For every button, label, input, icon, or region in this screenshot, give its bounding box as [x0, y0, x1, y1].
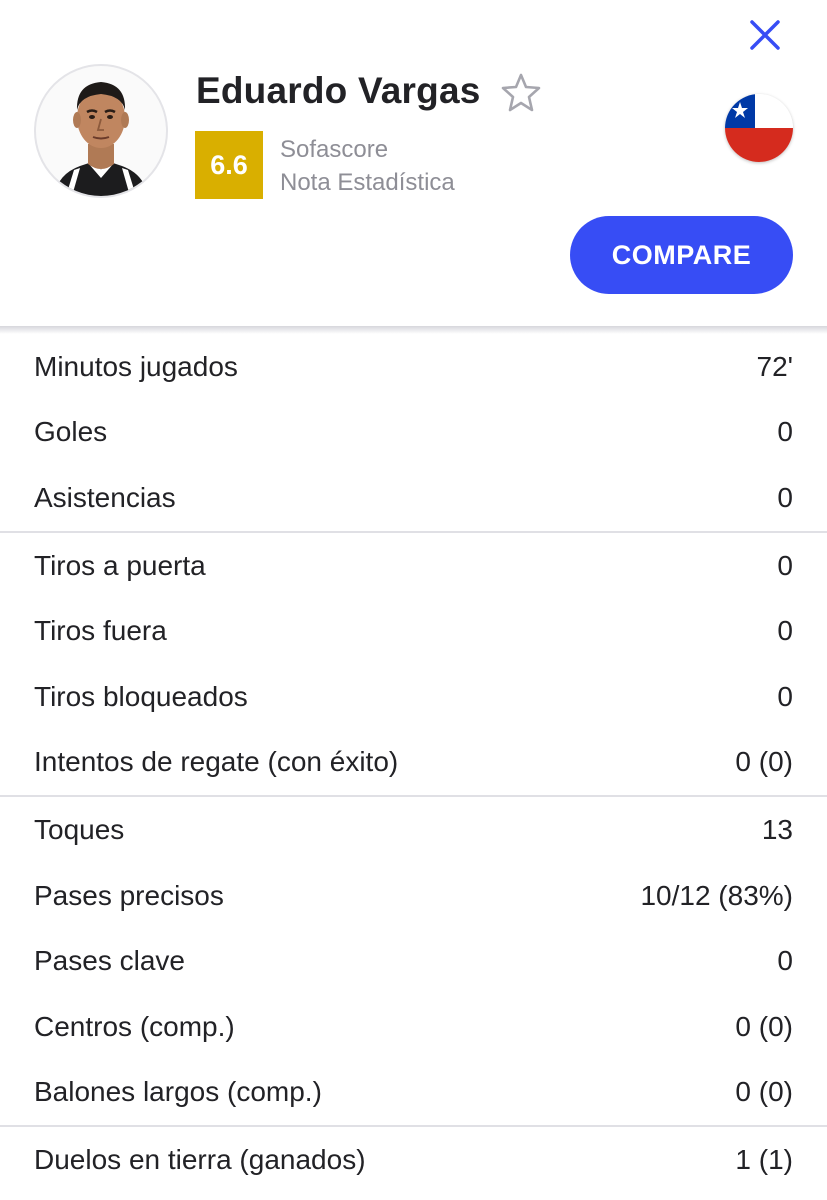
stat-label: Toques [34, 813, 125, 845]
stat-value: 0 [777, 416, 793, 448]
stat-label: Duelos en tierra (ganados) [34, 1143, 366, 1175]
stat-row-minutos-jugados: Minutos jugados 72' [0, 334, 827, 400]
stat-row-intentos-de-regate: Intentos de regate (con éxito) 0 (0) [0, 730, 827, 796]
stat-value: 13 [761, 813, 793, 845]
stat-row-tiros-bloqueados: Tiros bloqueados 0 [0, 664, 827, 730]
stat-label: Tiros a puerta [34, 549, 206, 581]
stat-row-centros: Centros (comp.) 0 (0) [0, 994, 827, 1060]
player-name: Eduardo Vargas [196, 70, 481, 111]
stat-label: Pases clave [34, 945, 185, 977]
stat-label: Goles [34, 416, 108, 448]
stat-value: 10/12 (83%) [640, 879, 793, 911]
stat-value: 0 (0) [735, 1076, 793, 1108]
stat-label: Intentos de regate (con éxito) [34, 746, 399, 778]
player-header: Eduardo Vargas 6.6 Sofascore Nota Estadí… [0, 0, 827, 328]
header-divider [0, 326, 827, 334]
compare-button[interactable]: COMPARE [570, 216, 793, 294]
stat-value: 0 (0) [735, 1010, 793, 1042]
stat-label: Centros (comp.) [34, 1010, 235, 1042]
player-avatar [34, 64, 168, 198]
stat-value: 0 [777, 615, 793, 647]
stat-row-pases-precisos: Pases precisos 10/12 (83%) [0, 863, 827, 929]
star-outline-icon [501, 73, 541, 112]
stat-value: 0 (0) [735, 746, 793, 778]
stat-label: Balones largos (comp.) [34, 1076, 322, 1108]
stat-value: 0 [777, 945, 793, 977]
stat-row-pases-clave: Pases clave 0 [0, 928, 827, 994]
chile-flag-icon [725, 94, 793, 162]
stat-row-duelos-en-tierra: Duelos en tierra (ganados) 1 (1) [0, 1127, 827, 1193]
favorite-button[interactable] [498, 70, 544, 116]
stat-label: Minutos jugados [34, 350, 238, 382]
stat-row-tiros-a-puerta: Tiros a puerta 0 [0, 533, 827, 599]
close-button[interactable] [744, 14, 786, 56]
rating-badge: 6.6 [195, 131, 263, 199]
stat-row-tiros-fuera: Tiros fuera 0 [0, 598, 827, 664]
stat-label: Asistencias [34, 481, 176, 513]
stat-row-balones-largos: Balones largos (comp.) 0 (0) [0, 1060, 827, 1126]
rating-label: Nota Estadística [280, 169, 455, 196]
rating-source: Sofascore [280, 136, 389, 163]
stat-label: Tiros bloqueados [34, 680, 248, 712]
stat-value: 0 [777, 481, 793, 513]
stat-row-toques: Toques 13 [0, 797, 827, 863]
stat-value: 72' [756, 350, 794, 382]
stat-label: Tiros fuera [34, 615, 167, 647]
stat-label: Pases precisos [34, 879, 224, 911]
stat-value: 1 (1) [735, 1143, 793, 1175]
stat-row-goles: Goles 0 [0, 400, 827, 466]
stats-list: Minutos jugados 72' Goles 0 Asistencias … [0, 334, 827, 1193]
close-icon [750, 20, 780, 50]
stat-value: 0 [777, 680, 793, 712]
stat-row-asistencias: Asistencias 0 [0, 465, 827, 531]
stat-value: 0 [777, 549, 793, 581]
